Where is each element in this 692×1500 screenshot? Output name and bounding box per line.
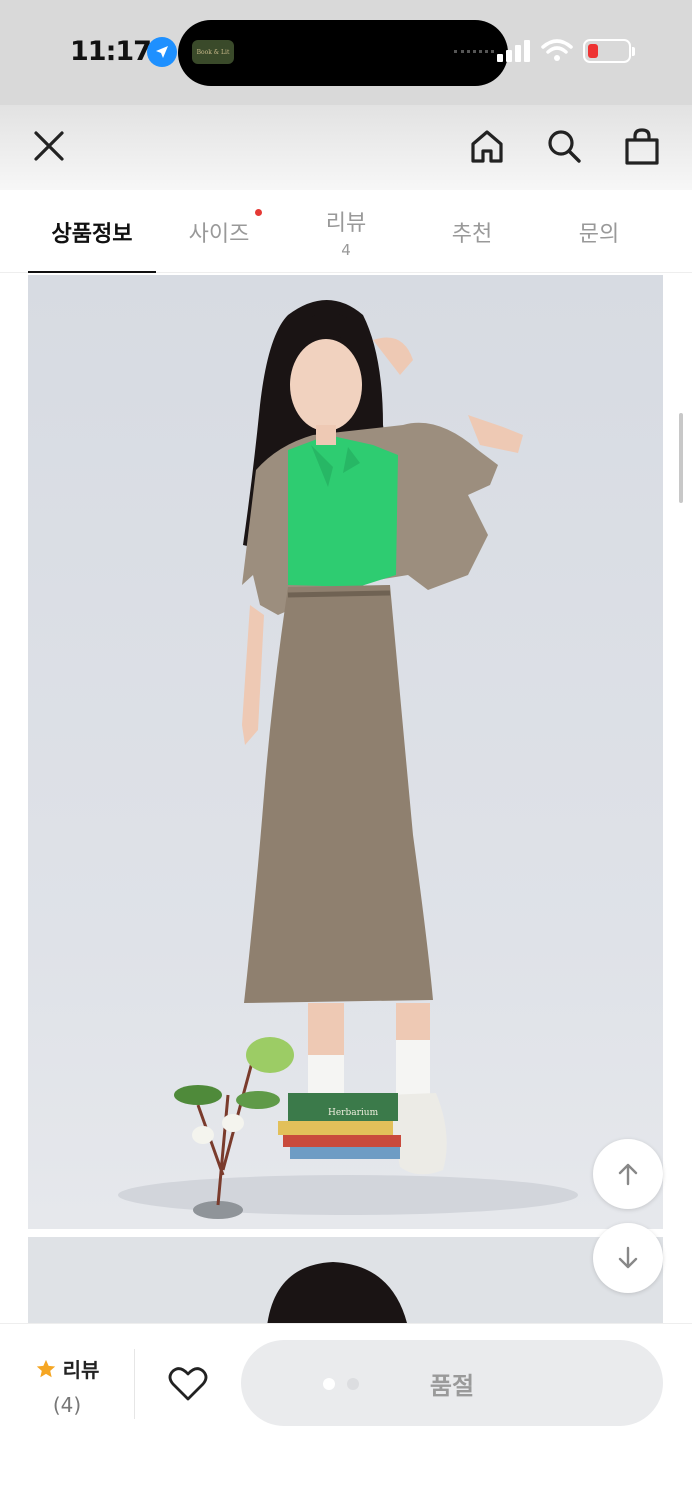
status-time: 11:17 (70, 36, 152, 67)
dynamic-island: Book & Lit (178, 20, 508, 86)
review-summary-button[interactable]: 리뷰 (4) (22, 1354, 112, 1424)
tab-inquiry[interactable]: 문의 (535, 190, 663, 273)
page-dot-active (323, 1378, 335, 1390)
product-tabs: 상품정보 사이즈 리뷰 4 추천 문의 (0, 190, 692, 274)
location-arrow-icon (147, 37, 177, 67)
scrollbar[interactable] (679, 413, 683, 503)
product-photo: Herbarium (28, 275, 663, 1229)
battery-icon (583, 39, 631, 63)
tab-label: 사이즈 (188, 221, 250, 247)
tab-product-info[interactable]: 상품정보 (28, 190, 156, 274)
tab-label: 추천 (451, 221, 493, 247)
heart-icon (168, 1367, 208, 1401)
page-dot (347, 1378, 359, 1390)
arrow-down-icon (618, 1246, 638, 1269)
new-badge-dot (255, 209, 262, 216)
divider (134, 1349, 135, 1419)
model-illustration-2 (267, 1262, 407, 1323)
home-button[interactable] (460, 119, 514, 173)
star-icon (36, 1359, 55, 1377)
battery-tip (632, 47, 635, 56)
bottom-action-bar: 리뷰 (4) 품절 (0, 1323, 692, 1500)
product-photo-2 (28, 1237, 663, 1323)
tab-label: 리뷰 (325, 210, 367, 236)
close-button[interactable] (22, 119, 76, 173)
tab-review[interactable]: 리뷰 4 (282, 190, 410, 273)
page-dots (323, 1378, 359, 1390)
cart-button[interactable] (615, 119, 669, 173)
island-dots (454, 50, 494, 54)
tab-recommend[interactable]: 추천 (408, 190, 536, 273)
review-label: 리뷰 (62, 1358, 100, 1382)
scroll-bottom-button[interactable] (593, 1223, 663, 1293)
product-detail-content: Herbarium (0, 273, 692, 1323)
review-count: (4) (52, 1393, 82, 1417)
scroll-top-button[interactable] (593, 1139, 663, 1209)
tab-size[interactable]: 사이즈 (155, 190, 283, 273)
top-navigation (0, 105, 692, 190)
cellular-signal-icon (497, 40, 533, 62)
close-icon (34, 131, 64, 161)
wishlist-button[interactable] (160, 1356, 216, 1412)
search-icon (548, 130, 581, 163)
now-playing-thumbnail: Book & Lit (192, 40, 234, 64)
tab-label: 상품정보 (51, 221, 133, 247)
home-icon (471, 130, 503, 163)
book-title: Herbarium (328, 1108, 379, 1118)
status-bar: 11:17 Book & Lit (0, 0, 692, 105)
model-illustration: Herbarium (118, 300, 578, 1219)
shopping-bag-icon (625, 128, 659, 165)
wifi-icon (541, 39, 573, 61)
arrow-up-icon (618, 1163, 638, 1186)
soldout-button[interactable]: 품절 (241, 1340, 663, 1426)
tab-label: 문의 (578, 221, 620, 247)
soldout-label: 품절 (429, 1371, 475, 1400)
review-count: 4 (341, 240, 351, 259)
search-button[interactable] (537, 119, 591, 173)
